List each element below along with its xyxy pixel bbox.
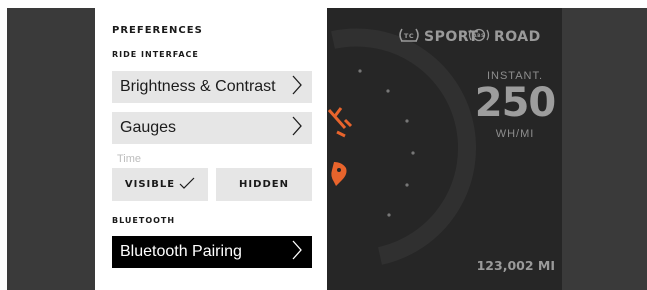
abs-icon: ABS [468, 28, 490, 46]
gauges-button[interactable]: Gauges [112, 112, 312, 144]
panel-title: PREFERENCES [112, 25, 203, 36]
bluetooth-pairing-button[interactable]: Bluetooth Pairing [112, 236, 312, 268]
preferences-panel: PREFERENCES RIDE INTERFACE Brightness & … [95, 8, 327, 290]
traction-control-status: TC SPORT [398, 28, 478, 46]
abs-mode-text: ROAD [494, 29, 541, 45]
dial-tick [386, 89, 390, 93]
location-pin-icon [331, 162, 347, 186]
brightness-contrast-button[interactable]: Brightness & Contrast [112, 71, 312, 103]
time-visible-label: VISIBLE [124, 179, 176, 190]
bluetooth-pairing-label: Bluetooth Pairing [120, 243, 242, 260]
chevron-right-icon [292, 116, 302, 141]
chevron-right-icon [292, 75, 302, 100]
dial-tick [405, 183, 409, 187]
chevron-right-icon [292, 240, 302, 265]
dial-tick [411, 151, 415, 155]
time-hidden-label: HIDDEN [239, 179, 289, 190]
instant-unit: WH/MI [495, 128, 535, 140]
right-bezel [562, 8, 647, 290]
svg-text:ABS: ABS [473, 33, 485, 39]
tc-icon: TC [398, 28, 420, 46]
abs-status: ABS ROAD [468, 28, 541, 46]
instant-value: 250 [474, 80, 557, 126]
time-hidden-button[interactable]: HIDDEN [216, 168, 312, 201]
left-bezel [7, 8, 95, 290]
dial-tick [387, 213, 391, 217]
time-label: Time [117, 153, 142, 165]
checkmark-icon [179, 176, 195, 194]
time-visible-button[interactable]: VISIBLE [112, 168, 208, 201]
brightness-contrast-label: Brightness & Contrast [120, 78, 276, 95]
dial-tick [405, 119, 409, 123]
bluetooth-heading: BLUETOOTH [112, 216, 176, 225]
battery-range-icon [327, 107, 353, 138]
ride-interface-heading: RIDE INTERFACE [112, 50, 199, 59]
svg-text:TC: TC [404, 32, 414, 40]
dial-arc [331, 28, 477, 265]
odometer: 123,002 MI [476, 258, 555, 273]
dial-tick [358, 69, 362, 73]
gauges-label: Gauges [120, 119, 177, 136]
